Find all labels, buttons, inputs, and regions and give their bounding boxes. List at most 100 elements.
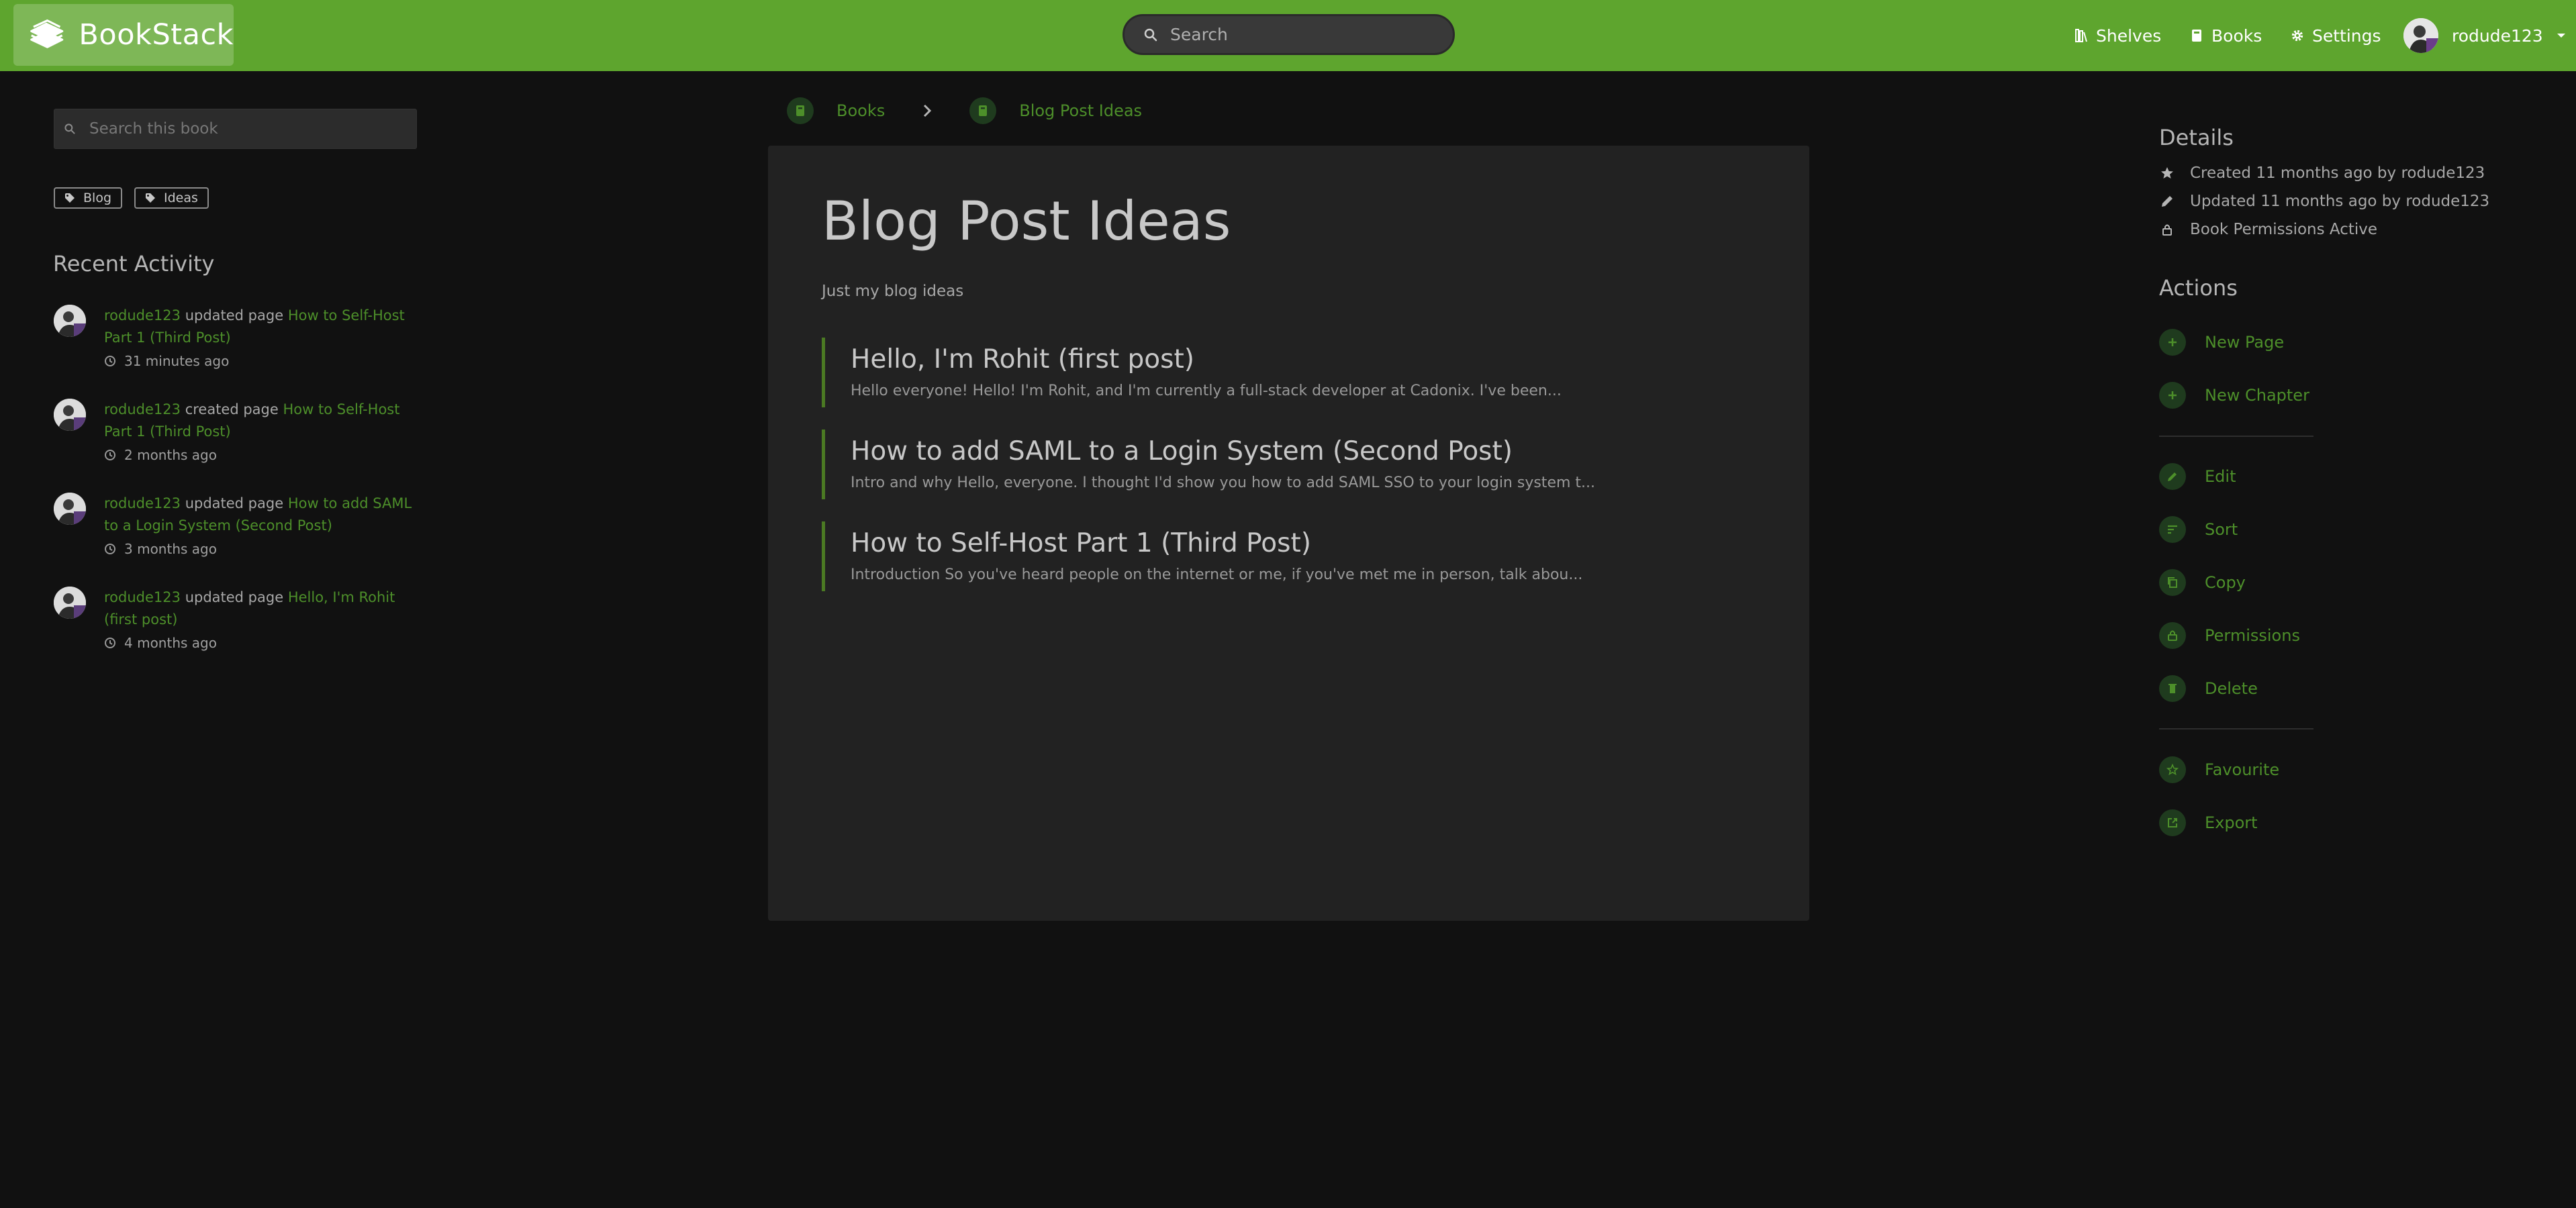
activity-item: rodude123 updated page How to add SAML t…	[54, 493, 430, 560]
clock-icon	[105, 450, 115, 460]
activity-text: rodude123 updated page How to Self-Host …	[104, 305, 426, 349]
nav-books[interactable]: Books	[2190, 0, 2262, 71]
activity-user-link[interactable]: rodude123	[104, 589, 181, 605]
divider	[2159, 436, 2313, 437]
tag-icon	[65, 193, 75, 203]
detail-updated-text: Updated 11 months ago by rodude123	[2190, 193, 2490, 210]
nav-settings-label: Settings	[2312, 26, 2381, 46]
edit-button[interactable]: Edit	[2159, 463, 2236, 490]
nav-shelves[interactable]: Shelves	[2074, 0, 2161, 71]
book-search[interactable]	[54, 109, 417, 149]
shelves-icon	[2075, 29, 2087, 42]
new-page-label: New Page	[2205, 333, 2285, 352]
activity-text: rodude123 created page How to Self-Host …	[104, 399, 426, 443]
gear-icon	[2291, 30, 2303, 42]
plus-icon	[2168, 391, 2177, 399]
nav-settings[interactable]: Settings	[2291, 0, 2381, 71]
copy-label: Copy	[2205, 573, 2246, 592]
activity-action: updated page	[185, 307, 284, 323]
activity-time: 4 months ago	[104, 635, 217, 651]
sort-button[interactable]: Sort	[2159, 516, 2238, 543]
new-chapter-label: New Chapter	[2205, 386, 2309, 405]
export-button[interactable]: Export	[2159, 809, 2258, 836]
page-entry-title: Hello, I'm Rohit (first post)	[851, 344, 1194, 374]
avatar	[54, 305, 86, 337]
global-search[interactable]	[1123, 14, 1455, 55]
tag-blog[interactable]: Blog	[54, 187, 122, 209]
trash-icon	[2168, 684, 2177, 693]
clock-icon	[105, 638, 115, 648]
sort-label: Sort	[2205, 520, 2238, 539]
bookstack-logo-icon	[30, 19, 64, 48]
breadcrumb-books-link[interactable]: Books	[837, 101, 885, 120]
detail-created: Created 11 months ago by rodude123	[2160, 164, 2485, 182]
divider	[2159, 728, 2313, 729]
copy-icon	[2168, 577, 2177, 588]
permissions-button[interactable]: Permissions	[2159, 622, 2300, 649]
tag-list: Blog Ideas	[54, 187, 209, 209]
avatar	[54, 399, 86, 431]
chevron-down-icon	[2557, 34, 2565, 38]
book-content-card: Blog Post Ideas Just my blog ideas Hello…	[768, 146, 1809, 921]
sort-icon	[2168, 525, 2177, 534]
book-description: Just my blog ideas	[822, 283, 964, 300]
user-name: rodude123	[2452, 26, 2543, 46]
plus-icon	[2168, 338, 2177, 346]
page-entry-excerpt: Intro and why Hello, everyone. I thought…	[851, 474, 1596, 491]
activity-action: created page	[185, 401, 279, 417]
nav-shelves-label: Shelves	[2096, 26, 2162, 46]
favourite-label: Favourite	[2205, 760, 2280, 779]
book-icon	[969, 97, 997, 124]
new-page-button[interactable]: New Page	[2159, 329, 2284, 356]
page-entry-title: How to Self-Host Part 1 (Third Post)	[851, 528, 1311, 558]
new-chapter-button[interactable]: New Chapter	[2159, 382, 2309, 409]
detail-updated: Updated 11 months ago by rodude123	[2160, 193, 2489, 210]
activity-action: updated page	[185, 495, 284, 511]
activity-time-label: 31 minutes ago	[124, 353, 230, 369]
delete-button[interactable]: Delete	[2159, 675, 2258, 702]
global-search-input[interactable]	[1170, 25, 1439, 44]
star-outline-icon	[2166, 764, 2179, 776]
books-icon	[2192, 30, 2201, 42]
activity-user-link[interactable]: rodude123	[104, 401, 181, 417]
detail-permissions-text: Book Permissions Active	[2190, 221, 2378, 238]
activity-text: rodude123 updated page Hello, I'm Rohit …	[104, 587, 426, 631]
page-entry-title: How to add SAML to a Login System (Secon…	[851, 436, 1513, 466]
copy-button[interactable]: Copy	[2159, 569, 2246, 596]
activity-item: rodude123 updated page Hello, I'm Rohit …	[54, 587, 430, 654]
book-search-input[interactable]	[89, 120, 412, 138]
activity-time-label: 2 months ago	[124, 447, 217, 463]
search-icon	[1144, 28, 1157, 41]
permissions-label: Permissions	[2205, 626, 2300, 645]
activity-text: rodude123 updated page How to add SAML t…	[104, 493, 426, 537]
lock-icon	[2162, 224, 2172, 236]
books-icon	[787, 97, 814, 124]
favourite-button[interactable]: Favourite	[2159, 756, 2279, 783]
clock-icon	[105, 356, 115, 366]
avatar	[2403, 18, 2438, 53]
user-menu[interactable]: rodude123	[2403, 0, 2566, 71]
breadcrumb: Books Blog Post Ideas	[787, 95, 1142, 126]
activity-time-label: 4 months ago	[124, 635, 217, 651]
activity-time: 31 minutes ago	[104, 353, 229, 369]
page-entry[interactable]: How to add SAML to a Login System (Secon…	[822, 430, 1775, 499]
brand-logo-link[interactable]: BookStack	[13, 4, 234, 66]
page-entry[interactable]: Hello, I'm Rohit (first post) Hello ever…	[822, 338, 1775, 407]
chevron-right-icon	[924, 104, 932, 117]
edit-label: Edit	[2205, 467, 2236, 486]
recent-activity-heading: Recent Activity	[53, 251, 215, 276]
lock-icon	[2168, 630, 2177, 641]
star-icon	[2161, 167, 2173, 179]
activity-action: updated page	[185, 589, 284, 605]
activity-user-link[interactable]: rodude123	[104, 495, 181, 511]
page-entry-excerpt: Introduction So you've heard people on t…	[851, 566, 1583, 583]
tag-ideas[interactable]: Ideas	[134, 187, 209, 209]
activity-time: 2 months ago	[104, 447, 217, 463]
search-icon	[64, 123, 75, 134]
top-header: BookStack Shelves Books Settings	[0, 0, 2576, 71]
clock-icon	[105, 544, 115, 554]
breadcrumb-current-link[interactable]: Blog Post Ideas	[1019, 101, 1142, 120]
nav-books-label: Books	[2211, 26, 2262, 46]
page-entry[interactable]: How to Self-Host Part 1 (Third Post) Int…	[822, 521, 1775, 591]
activity-user-link[interactable]: rodude123	[104, 307, 181, 323]
